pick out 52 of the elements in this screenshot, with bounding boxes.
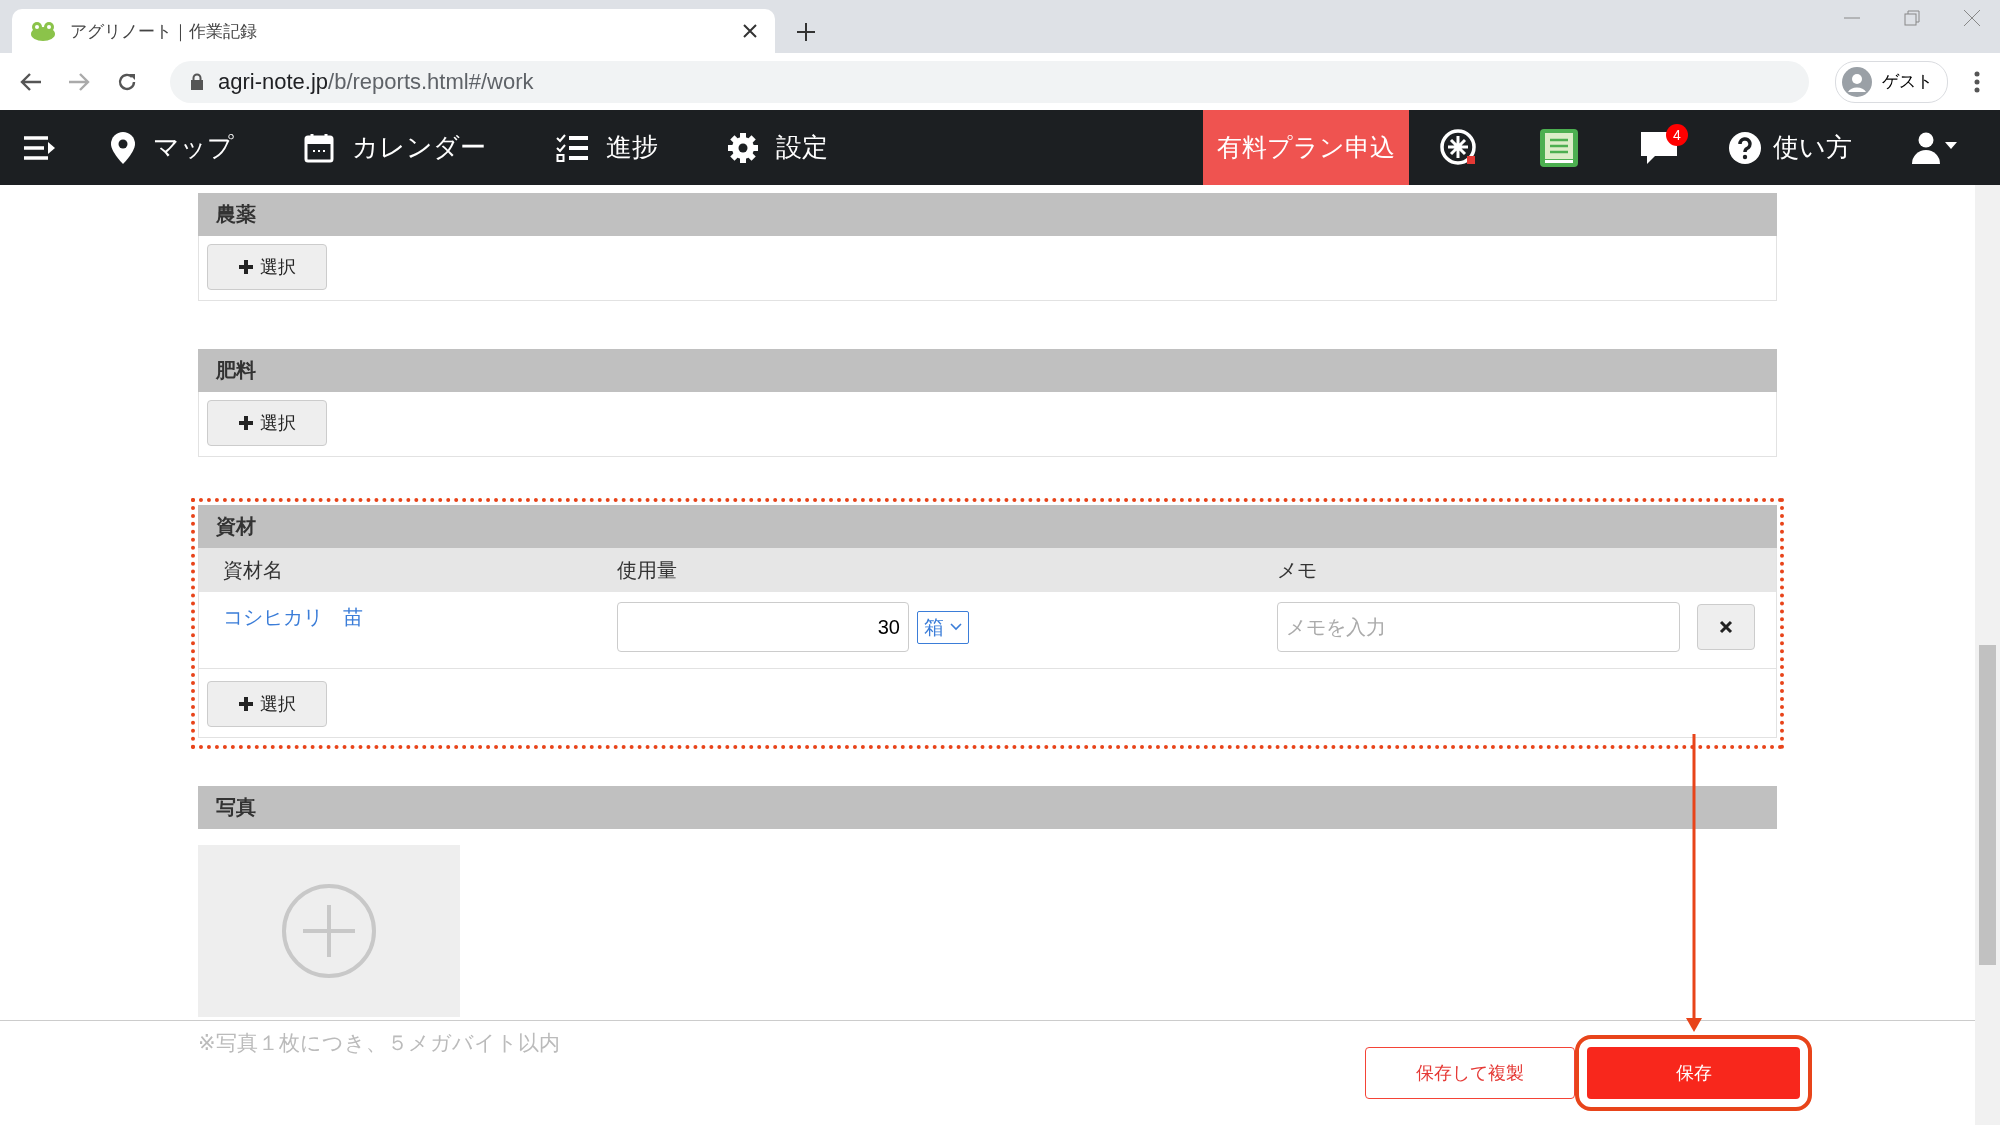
column-header: メモ — [1277, 557, 1318, 583]
menu-icon[interactable] — [24, 134, 56, 161]
memo-field[interactable]: メモを入力 — [1277, 602, 1680, 652]
lock-icon — [190, 72, 204, 91]
checklist-icon — [556, 133, 588, 162]
nav-link[interactable]: 設定 — [728, 130, 828, 165]
section-header: 農薬 — [198, 193, 1777, 236]
avatar-icon — [1842, 66, 1872, 97]
browser-tab[interactable]: アグリノート｜作業記録 — [12, 9, 775, 53]
back-icon[interactable] — [20, 71, 42, 92]
section-header: 写真 — [198, 786, 1777, 829]
select-button[interactable]: 選択 — [207, 244, 327, 290]
notification-badge: 4 — [1666, 123, 1688, 146]
section-header: 肥料 — [198, 349, 1777, 392]
material-link[interactable]: コシヒカリ 苗 — [223, 604, 617, 631]
settings-icon — [728, 132, 758, 163]
select-button[interactable]: 選択 — [207, 400, 327, 446]
chevron-icon — [950, 623, 962, 631]
plus-circle-icon — [281, 883, 377, 979]
quantity-field[interactable]: 30 — [617, 602, 909, 652]
profile-button[interactable]: ゲスト — [1835, 60, 1948, 103]
section-header: 資材 — [198, 505, 1777, 548]
more-icon[interactable] — [1974, 70, 1980, 93]
book-icon[interactable] — [1540, 128, 1578, 167]
address-bar[interactable]: agri-note.jp/b/reports.html#/work — [170, 60, 1809, 103]
plus-icon — [238, 696, 254, 712]
close-icon — [1719, 620, 1733, 634]
unit-dropdown[interactable]: 箱 — [917, 610, 969, 644]
help-link[interactable]: 使い方 — [1729, 130, 1852, 165]
column-header: 資材名 — [223, 557, 284, 583]
delete-button[interactable] — [1697, 604, 1755, 650]
url-text: agri-note.jp/b/reports.html#/work — [218, 68, 534, 95]
photo-size-note: ※写真１枚につき、５メガバイト以内 — [198, 1030, 560, 1056]
user-menu-icon[interactable] — [1912, 131, 1960, 164]
scrollbar[interactable] — [1975, 185, 2000, 1125]
save-button[interactable]: 保存 — [1587, 1047, 1800, 1099]
frog-icon — [30, 21, 56, 41]
help-icon — [1729, 131, 1761, 164]
calendar-icon — [304, 132, 334, 163]
nav-link[interactable]: 進捗 — [556, 130, 658, 165]
column-header: 使用量 — [617, 557, 678, 583]
close-icon[interactable] — [743, 24, 757, 38]
tab-title: アグリノート｜作業記録 — [70, 20, 258, 43]
plus-icon — [238, 259, 254, 275]
nav-link[interactable]: マップ — [111, 130, 234, 165]
map-pin-icon — [111, 131, 135, 164]
save-copy-button[interactable]: 保存して複製 — [1365, 1047, 1575, 1099]
rice-icon[interactable] — [1439, 127, 1479, 168]
plus-icon — [238, 415, 254, 431]
nav-link[interactable]: カレンダー — [304, 130, 486, 165]
select-button[interactable]: 選択 — [207, 681, 327, 727]
new-tab-icon[interactable] — [797, 23, 815, 41]
